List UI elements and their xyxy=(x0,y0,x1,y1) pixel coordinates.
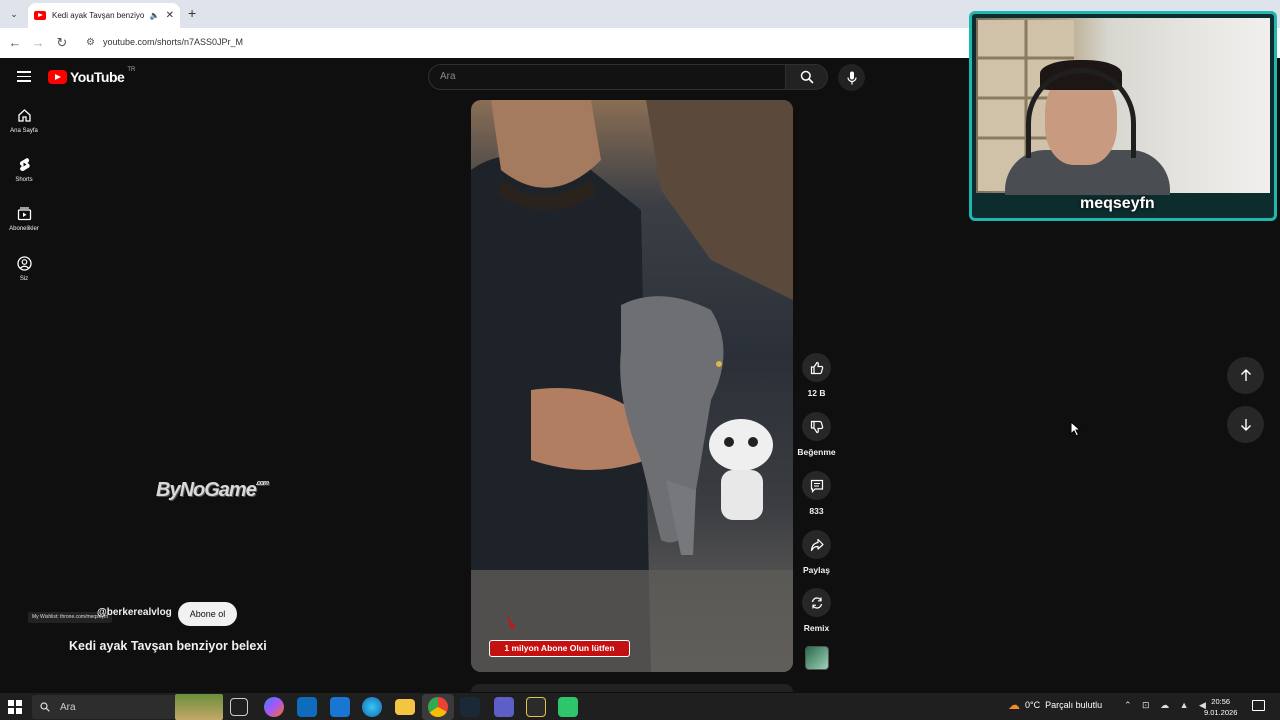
thumbs-down-icon xyxy=(810,420,823,433)
weather-cloud-icon: ☁ xyxy=(1008,698,1020,712)
copilot-icon[interactable] xyxy=(264,697,284,717)
forward-button[interactable]: → xyxy=(29,34,47,52)
steam-icon[interactable] xyxy=(460,697,480,717)
search-input[interactable]: Ara xyxy=(428,64,786,90)
search-highlight-image xyxy=(175,694,223,720)
streamer-name: meqseyfn xyxy=(1080,195,1155,212)
tab-title: Kedi ayak Tavşan benziyor b xyxy=(52,11,144,20)
microphone-icon xyxy=(846,71,857,84)
tab-close-button[interactable]: ✕ xyxy=(166,10,174,21)
sidebar-item-label: Siz xyxy=(19,276,29,282)
remix-icon xyxy=(811,596,822,609)
remix-label: Remix xyxy=(803,623,830,633)
sidebar-item-shorts[interactable]: Shorts xyxy=(4,157,44,201)
next-short-preview[interactable] xyxy=(471,684,793,692)
new-tab-button[interactable]: + xyxy=(188,5,196,21)
windows-start-icon[interactable] xyxy=(6,698,24,716)
share-label: Paylaş xyxy=(803,565,830,575)
notification-center-icon[interactable] xyxy=(1252,700,1265,711)
comment-icon xyxy=(810,479,823,493)
address-bar[interactable]: ⚙ youtube.com/shorts/n7ASS0JPr_M xyxy=(80,31,970,53)
weather-desc: Parçalı bulutlu xyxy=(1045,700,1103,710)
weather-widget[interactable]: ☁ 0°C Parçalı bulutlu xyxy=(1008,698,1102,712)
youtube-wordmark: YouTube xyxy=(70,69,125,85)
clock-date: 9.01.2026 xyxy=(1204,708,1238,717)
thumbs-up-icon xyxy=(810,361,823,374)
url-text: youtube.com/shorts/n7ASS0JPr_M xyxy=(102,37,244,47)
remix-button[interactable] xyxy=(802,588,831,617)
short-title[interactable]: Kedi ayak Tavşan benziyor belexi xyxy=(69,639,267,653)
file-explorer-icon[interactable] xyxy=(395,699,415,715)
sidebar-item-subscriptions[interactable]: Abonelikler xyxy=(4,206,44,250)
store-icon[interactable] xyxy=(297,697,317,717)
comments-button[interactable] xyxy=(802,471,831,500)
previous-short-button[interactable] xyxy=(1227,357,1264,394)
speaker-icon[interactable]: 🔈 xyxy=(150,11,160,20)
arrow-up-icon xyxy=(1240,369,1251,381)
reload-button[interactable]: ↻ xyxy=(53,34,71,52)
sidebar-item-label: Shorts xyxy=(15,177,33,183)
subscribe-button[interactable]: Abone ol xyxy=(178,602,237,626)
youtube-logo[interactable]: YouTube TR xyxy=(48,67,136,85)
voice-search-button[interactable] xyxy=(838,64,865,91)
channel-handle[interactable]: @berkerealvlog xyxy=(97,607,172,618)
clock-time: 20:56 xyxy=(1211,697,1231,706)
sidebar-item-label: Abonelikler xyxy=(9,226,39,232)
taskbar-search-placeholder: Ara xyxy=(60,701,76,713)
youtube-favicon-icon xyxy=(34,11,46,20)
back-button[interactable]: ← xyxy=(6,34,24,52)
share-button[interactable] xyxy=(802,530,831,559)
system-tray-icons[interactable]: ⌃ ⊡ ☁ ▲ ◀ xyxy=(1124,700,1210,711)
sidebar-item-you[interactable]: Siz xyxy=(4,256,44,300)
search-button[interactable] xyxy=(786,64,828,90)
like-count: 12 B xyxy=(807,388,826,398)
country-code: TR xyxy=(127,67,136,73)
like-button[interactable] xyxy=(802,353,831,382)
bynogame-watermark: ByNoGame.com xyxy=(156,479,269,502)
account-icon xyxy=(16,256,32,271)
video-frame-illustration xyxy=(471,100,793,672)
teams-icon[interactable] xyxy=(494,697,514,717)
arrow-down-icon xyxy=(1240,419,1251,431)
task-view-icon[interactable] xyxy=(230,698,248,716)
tab-list-button[interactable]: ⌄ xyxy=(6,6,22,22)
watermark-suffix: .com xyxy=(255,480,269,487)
sound-thumbnail[interactable] xyxy=(805,646,829,670)
dislike-label: Beğenme xyxy=(797,447,836,457)
taskbar-clock[interactable]: 20:56 9.01.2026 xyxy=(1204,696,1237,718)
home-icon xyxy=(17,109,31,122)
site-info-icon[interactable]: ⚙ xyxy=(86,37,95,48)
shorts-icon xyxy=(19,158,30,171)
sidebar-item-home[interactable]: Ana Sayfa xyxy=(4,108,44,152)
search-icon xyxy=(40,702,50,712)
edge-icon[interactable] xyxy=(362,697,382,717)
comment-count: 833 xyxy=(809,506,824,516)
obs-style-app-icon[interactable] xyxy=(526,697,546,717)
youtube-play-icon xyxy=(48,70,67,84)
sidebar-item-label: Ana Sayfa xyxy=(10,128,38,134)
dislike-button[interactable] xyxy=(802,412,831,441)
shorts-video-player[interactable] xyxy=(471,100,793,672)
streamlabs-icon[interactable] xyxy=(558,697,578,717)
subscriptions-icon xyxy=(17,207,31,221)
outlook-icon[interactable] xyxy=(330,697,350,717)
chrome-icon[interactable] xyxy=(428,697,448,717)
watermark-brand: ByNoGame xyxy=(156,479,257,501)
browser-tab-active[interactable]: Kedi ayak Tavşan benziyor b 🔈 ✕ xyxy=(28,3,180,28)
share-icon xyxy=(810,538,824,551)
mouse-cursor-icon xyxy=(1070,421,1081,437)
subscribe-request-overlay: 1 milyon Abone Olun lütfen xyxy=(489,640,630,657)
hamburger-menu-icon[interactable] xyxy=(17,71,31,82)
weather-temp: 0°C xyxy=(1025,700,1041,710)
next-short-button[interactable] xyxy=(1227,406,1264,443)
search-icon xyxy=(800,70,814,84)
